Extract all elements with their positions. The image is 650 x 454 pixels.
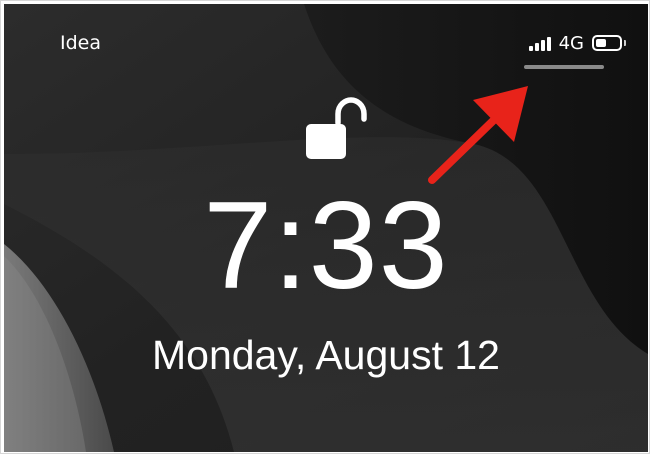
arrow-shaft xyxy=(428,112,502,184)
lock-screen[interactable]: Idea 4G 7:33 Monday, August 12 xyxy=(4,4,648,452)
red-arrow-annotation xyxy=(428,86,528,184)
screenshot-frame: Idea 4G 7:33 Monday, August 12 xyxy=(0,0,650,454)
